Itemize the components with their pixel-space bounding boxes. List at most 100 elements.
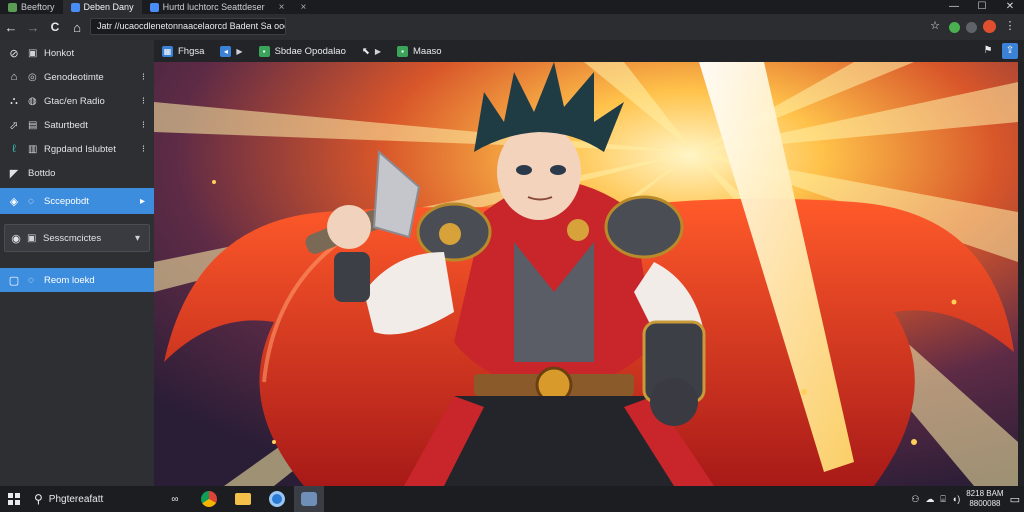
onedrive-icon[interactable]: ☁ [925,494,934,505]
window-controls: — ☐ ✕ [940,0,1024,14]
bookmark-favicon-icon: ▪ [397,45,408,57]
cursor-icon: ⬉ [361,45,370,57]
circle-icon: ◌ [28,274,34,286]
taskbar-app-explorer[interactable] [226,486,260,512]
chevron-right-icon: ▶ [236,46,243,56]
sidebar-nav-icon: ◉ [11,232,21,245]
people-icon[interactable]: ⚇ [911,494,919,505]
chevron-right-icon: ▶ [374,46,381,56]
toolbar-actions: ☆ ⋮ [927,18,1018,34]
profile-avatar-icon[interactable] [983,20,996,33]
sidebar-item-label: Reom loekd [44,274,95,286]
sidebar-item-honkot[interactable]: ⊘ ▣ Honkot [0,41,154,65]
new-tab-close-icon[interactable]: × [300,2,306,13]
sidebar-nav-icon: ◤ [9,167,19,180]
more-icon[interactable]: ⁝ [142,96,145,107]
share-icon[interactable]: ⇪ [1002,43,1018,59]
circle-icon: ◎ [28,71,37,83]
sidebar-nav-icon: ℓ [12,143,16,155]
address-bar[interactable]: Jatr //ucaocdlenetonnaacelaorcd Badent S… [90,18,286,35]
sidebar-item-saturtbedt[interactable]: ⬀ ▤ Saturtbedt ⁝ [0,113,154,137]
clock-time: 8218 BAM [966,489,1004,498]
bookmarks-bar: ▦ Fhgsa ◂ ▶ ▪ Sbdae Opodalao ⬉ ▶ ▪ Maaso… [154,40,1024,62]
maximize-button[interactable]: ☐ [968,0,996,14]
back-button[interactable]: ← [0,20,22,35]
sidebar-item-bottdo[interactable]: ◤ Bottdo [0,161,154,185]
expand-arrow-icon[interactable]: ▸ [140,196,145,207]
tab-label: Deben Dany [83,2,134,12]
more-icon[interactable]: ⁝ [142,144,145,155]
home-button[interactable]: ⌂ [66,20,88,35]
tab-hurtd[interactable]: Hurtd luchtorc Seattdeser × [142,0,293,14]
sidebar-item-radio[interactable]: ⛬ ◍ Gtac/en Radio ⁝ [0,89,154,113]
bookmark-fhgsa[interactable]: ▦ Fhgsa [154,45,212,57]
more-icon[interactable]: ⁝ [142,72,145,83]
bookmark-maaso[interactable]: ▪ Maaso [389,45,450,57]
bookmark-favicon-icon: ▪ [258,45,270,57]
app-window-icon [301,492,317,506]
bookmark-star-icon[interactable]: ☆ [927,18,943,34]
volume-icon[interactable]: ◖) [952,494,960,504]
bookmark-sbdae[interactable]: ▪ Sbdae Opodalao [251,45,354,57]
search-icon: ⚲ [34,492,43,506]
start-button[interactable] [0,486,28,512]
windows-logo-icon [8,493,20,505]
bookmark-folder-button[interactable]: ◂ ▶ [212,45,250,57]
taskbar-app-active[interactable] [294,486,324,512]
tab-label: Beeftory [21,2,55,12]
tab-deben-dany[interactable]: Deben Dany [62,0,142,14]
folder-icon: ▣ [27,232,37,244]
sidebar-item-sccepobdt[interactable]: ◈ ◌ Sccepobdt ▸ [0,188,154,214]
sidebar-item-genode[interactable]: ⌂ ◎ Genodeotimte ⁝ [0,65,154,89]
extension-dark-icon[interactable] [966,21,977,33]
notifications-icon[interactable]: ▭ [1010,493,1020,506]
sidebar-item-rgpdand[interactable]: ℓ ▥ Rgpdand Islubtet ⁝ [0,137,154,161]
tab-strip: Beeftory Deben Dany Hurtd luchtorc Seatt… [0,0,1024,14]
taskbar-app-chrome[interactable] [192,486,226,512]
site-favicon-icon [8,2,17,12]
bookmarks-actions: ⚑ ⇪ [980,43,1018,59]
clock-date: 8800088 [969,499,1001,508]
sidebar-item-label: Gtac/en Radio [44,95,105,107]
reload-button[interactable]: C [44,20,66,34]
site-favicon-icon [149,2,159,12]
sidebar-item-label: Honkot [44,47,75,59]
sidebar-item-label: Sccepobdt [44,195,89,207]
sidebar-item-label: Saturtbedt [44,119,88,131]
list-icon: ▤ [28,119,38,131]
taskbar-app-browser[interactable] [260,486,294,512]
tab-beeftory[interactable]: Beeftory [0,0,63,14]
sidebar-item-sesscm[interactable]: ◉ ▣ Sesscmcictes ▾ [4,224,150,252]
site-favicon-icon [70,2,80,12]
taskbar-search[interactable]: ⚲ Phgtereafatt [28,486,158,512]
taskbar-search-label: Phgtereafatt [48,493,104,505]
more-icon[interactable]: ⁝ [142,120,145,131]
bookmark-cursor-button[interactable]: ⬉ ▶ [354,46,389,57]
sidebar-item-label: Rgpdand Islubtet [44,143,116,155]
sidebar-item-label: Genodeotimte [44,71,104,83]
bookmark-favicon-icon: ▦ [162,45,173,57]
close-window-button[interactable]: ✕ [996,0,1024,14]
bookmark-label: Fhgsa [178,45,205,57]
sidebar-nav-icon: ⊘ [9,47,19,60]
sidebar-item-reom-loekd[interactable]: ▢ ◌ Reom loekd [0,268,154,292]
sidebar-nav-icon: ▢ [8,274,20,287]
task-view-icon: ∞ [171,493,179,505]
minimize-button[interactable]: — [940,0,968,14]
forward-button[interactable]: → [22,20,44,35]
web-content-image [154,62,1018,486]
browser-icon [269,491,285,507]
network-icon[interactable]: ⌸ [940,494,945,505]
task-view-button[interactable]: ∞ [158,486,192,512]
bookmark-label: Maaso [413,45,442,57]
extension-green-icon[interactable] [949,21,960,33]
menu-kebab-icon[interactable]: ⋮ [1002,18,1018,34]
tab-close-icon[interactable]: × [279,2,285,13]
translate-icon[interactable]: ⚑ [980,43,996,59]
bookmark-label: Sbdae Opodalao [274,45,346,57]
expand-arrow-icon[interactable]: ▾ [135,233,140,244]
taskbar-clock[interactable]: 8218 BAM 8800088 [966,489,1003,509]
folder-icon [235,493,251,505]
circle-icon: ◍ [28,95,37,107]
sidebar-item-label: Sesscmcictes [43,232,102,244]
